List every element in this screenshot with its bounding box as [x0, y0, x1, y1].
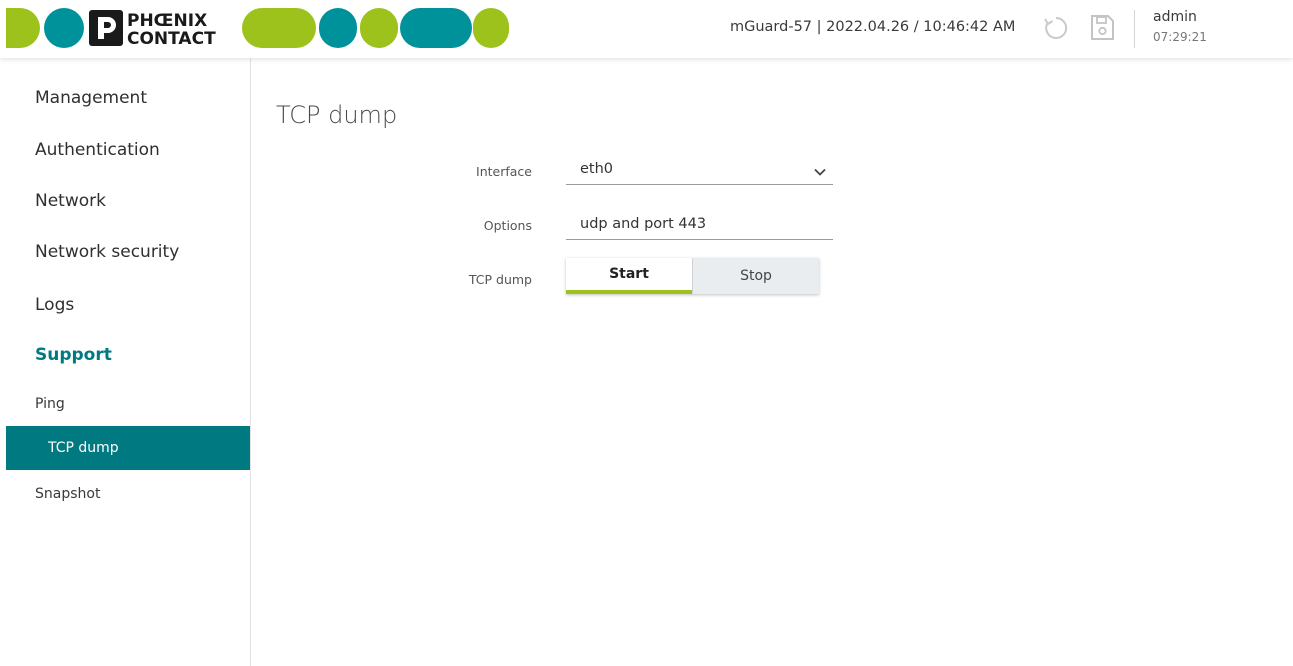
tcpdump-toggle: Start Stop — [566, 258, 819, 294]
stop-button[interactable]: Stop — [692, 258, 819, 294]
sidebar-item-label: Authentication — [35, 140, 160, 160]
sidebar-item-network[interactable]: Network — [0, 179, 250, 223]
sidebar-nav: Management Authentication Network Networ… — [0, 58, 251, 666]
sidebar-item-label: Support — [35, 345, 112, 365]
sidebar-item-network-security[interactable]: Network security — [0, 230, 250, 274]
sidebar-item-support[interactable]: Support — [0, 333, 250, 377]
chevron-down-icon — [814, 168, 826, 176]
sidebar-item-ping[interactable]: Ping — [0, 382, 250, 426]
sidebar-item-label: TCP dump — [48, 440, 119, 456]
options-input[interactable]: udp and port 443 — [566, 216, 833, 240]
phoenix-contact-logo: PHŒNIX CONTACT — [6, 8, 516, 48]
device-info: mGuard-57 | 2022.04.26 / 10:46:42 AM — [730, 19, 1016, 35]
options-input-value: udp and port 443 — [580, 216, 707, 232]
interface-select-value: eth0 — [580, 161, 614, 177]
logo-shape — [6, 8, 40, 48]
options-label: Options — [483, 218, 532, 233]
logo-shape — [242, 8, 316, 48]
tcpdump-label: TCP dump — [468, 272, 532, 287]
sidebar-item-authentication[interactable]: Authentication — [0, 128, 250, 172]
interface-select[interactable]: eth0 — [566, 161, 833, 185]
page-title: TCP dump — [276, 101, 398, 129]
interface-label: Interface — [476, 164, 532, 179]
logo-shape — [473, 8, 509, 48]
logo-wordmark: PHŒNIX CONTACT — [89, 10, 216, 46]
logo-shape — [319, 8, 357, 48]
sidebar-item-snapshot[interactable]: Snapshot — [0, 472, 250, 516]
sidebar-item-management[interactable]: Management — [0, 76, 250, 120]
sidebar-item-label: Network — [35, 191, 106, 211]
svg-text:CONTACT: CONTACT — [127, 29, 216, 46]
start-button[interactable]: Start — [566, 258, 692, 294]
header-divider — [1134, 10, 1135, 48]
logo-shape — [400, 8, 472, 48]
logo-shape — [360, 8, 398, 48]
user-name[interactable]: admin — [1153, 9, 1197, 25]
top-header: PHŒNIX CONTACT mGuard-57 | 2022.04.26 / … — [0, 0, 1293, 58]
session-timer: 07:29:21 — [1153, 30, 1207, 44]
svg-text:PHŒNIX: PHŒNIX — [127, 11, 207, 31]
refresh-icon[interactable] — [1040, 11, 1072, 45]
save-icon[interactable] — [1086, 11, 1118, 45]
sidebar-item-label: Snapshot — [35, 486, 101, 502]
logo-shape — [44, 8, 84, 48]
sidebar-item-label: Management — [35, 88, 147, 108]
sidebar-item-label: Network security — [35, 242, 180, 262]
sidebar-item-tcp-dump[interactable]: TCP dump — [6, 426, 250, 470]
sidebar-item-label: Ping — [35, 396, 65, 412]
sidebar-item-logs[interactable]: Logs — [0, 283, 250, 327]
sidebar-item-label: Logs — [35, 295, 75, 315]
